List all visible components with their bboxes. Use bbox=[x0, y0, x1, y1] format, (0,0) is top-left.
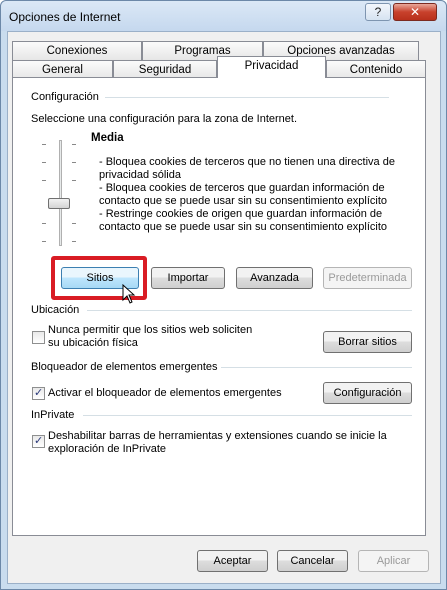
popup-checkbox[interactable]: ✓ bbox=[32, 387, 45, 400]
slider-tick bbox=[72, 180, 76, 181]
mouse-cursor-icon bbox=[122, 284, 136, 304]
apply-button[interactable]: Aplicar bbox=[358, 550, 429, 572]
config-group-label: Configuración bbox=[31, 91, 99, 103]
tab-privacidad[interactable]: Privacidad bbox=[217, 56, 326, 78]
config-instruction: Seleccione una configuración para la zon… bbox=[31, 113, 298, 125]
slider-tick bbox=[72, 241, 76, 242]
help-button[interactable]: ? bbox=[365, 3, 391, 21]
slider-tick bbox=[72, 144, 76, 145]
level-description-line: - Bloquea cookies de terceros que no tie… bbox=[99, 156, 395, 168]
inprivate-group-label: InPrivate bbox=[31, 409, 75, 421]
import-button[interactable]: Importar bbox=[151, 267, 225, 289]
slider-tick bbox=[42, 241, 46, 242]
location-group-label: Ubicación bbox=[31, 304, 80, 316]
location-checkbox-label: su ubicación física bbox=[48, 337, 138, 349]
level-description-line: contacto que se puede usar sin su consen… bbox=[99, 195, 388, 207]
slider-tick bbox=[42, 162, 46, 163]
ok-button[interactable]: Aceptar bbox=[197, 550, 268, 572]
check-icon: ✓ bbox=[34, 387, 44, 399]
inprivate-checkbox-label: exploración de InPrivate bbox=[48, 443, 167, 455]
popup-group-label: Bloqueador de elementos emergentes bbox=[31, 361, 218, 373]
privacy-level: Media bbox=[91, 132, 124, 144]
title-bar: Opciones de Internet ? ✕ bbox=[1, 1, 446, 31]
level-description-line: - Restringe cookies de origen que guarda… bbox=[99, 208, 383, 220]
popup-checkbox-label: Activar el bloqueador de elementos emerg… bbox=[48, 387, 282, 399]
slider-tick bbox=[42, 180, 46, 181]
advanced-button[interactable]: Avanzada bbox=[236, 267, 313, 289]
level-description-line: privacidad sólida bbox=[99, 169, 181, 181]
slider-tick bbox=[42, 223, 46, 224]
slider-track[interactable] bbox=[59, 140, 62, 246]
window-title: Opciones de Internet bbox=[9, 10, 121, 24]
level-description-line: - Bloquea cookies de terceros que guarda… bbox=[99, 182, 385, 194]
close-button[interactable]: ✕ bbox=[393, 3, 437, 21]
location-checkbox[interactable] bbox=[32, 331, 45, 344]
check-icon: ✓ bbox=[34, 435, 44, 447]
level-description-line: contacto que se puede usar sin su consen… bbox=[99, 221, 388, 233]
location-checkbox-label: Nunca permitir que los sitios web solici… bbox=[48, 324, 253, 336]
slider-tick bbox=[42, 144, 46, 145]
internet-options-window: Opciones de Internet ? ✕ Conexiones Prog… bbox=[0, 0, 447, 590]
clear-sites-button[interactable]: Borrar sitios bbox=[323, 331, 412, 353]
popup-separator bbox=[221, 367, 412, 368]
popup-settings-button[interactable]: Configuración bbox=[323, 382, 412, 404]
cancel-button[interactable]: Cancelar bbox=[277, 550, 348, 572]
slider-thumb[interactable] bbox=[48, 198, 70, 209]
default-button[interactable]: Predeterminada bbox=[323, 267, 412, 289]
inprivate-checkbox[interactable]: ✓ bbox=[32, 435, 45, 448]
location-separator bbox=[87, 310, 412, 311]
inprivate-checkbox-label: Deshabilitar barras de herramientas y ex… bbox=[48, 430, 387, 442]
slider-tick bbox=[72, 162, 76, 163]
tab-conexiones[interactable]: Conexiones bbox=[12, 41, 142, 60]
slider-tick bbox=[72, 223, 76, 224]
inprivate-separator bbox=[83, 415, 412, 416]
config-separator bbox=[105, 97, 389, 98]
